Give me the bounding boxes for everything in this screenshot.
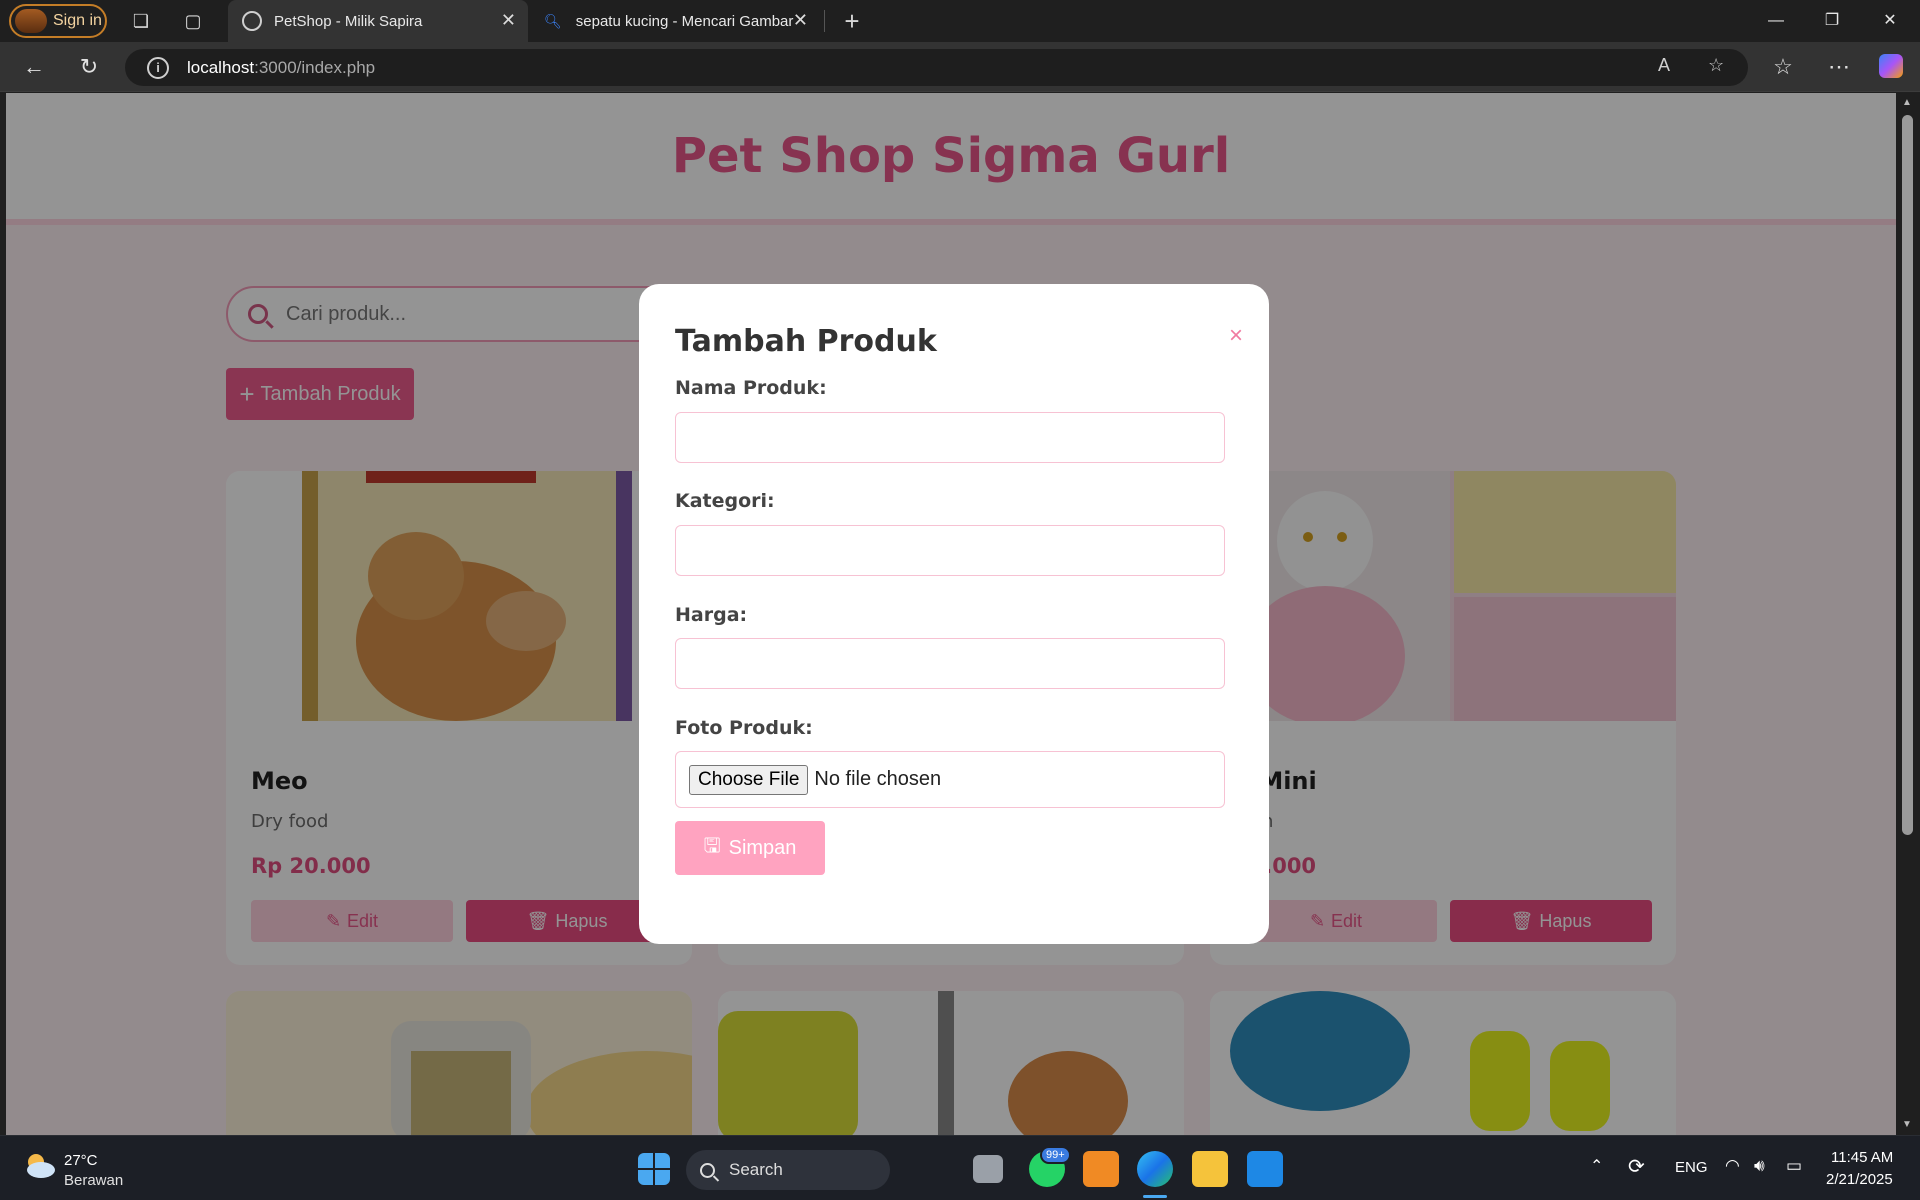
tab-divider	[824, 10, 825, 32]
xampp-icon[interactable]	[1083, 1151, 1119, 1187]
copilot-icon[interactable]	[1879, 54, 1903, 78]
minimize-icon[interactable]: —	[1756, 6, 1796, 36]
clock-date[interactable]: 2/21/2025	[1826, 1171, 1893, 1188]
taskbar-search[interactable]: Search	[686, 1150, 890, 1190]
scroll-up-icon[interactable]: ▲	[1902, 97, 1912, 108]
temperature: 27°C	[64, 1152, 98, 1169]
taskbar-search-label: Search	[729, 1160, 783, 1179]
file-status: No file chosen	[814, 768, 942, 790]
globe-icon	[242, 11, 262, 31]
tab-image-search[interactable]: 🔍︎ sepatu kucing - Mencari Gambar ✕	[530, 0, 820, 42]
tab-title: sepatu kucing - Mencari Gambar	[575, 12, 794, 30]
favorites-icon[interactable]: ☆	[1770, 54, 1796, 80]
save-button[interactable]: 🖫 Simpan	[675, 821, 825, 875]
web-page: Pet Shop Sigma Gurl + Tambah Produk Meo …	[6, 93, 1896, 1135]
product-name-input[interactable]	[675, 412, 1225, 463]
cloudy-weather-icon	[27, 1154, 55, 1178]
clock-time[interactable]: 11:45 AM	[1831, 1149, 1893, 1166]
show-hidden-icons-icon[interactable]: ⌃	[1590, 1156, 1603, 1176]
photo-file-input[interactable]: Choose File No file chosen	[675, 751, 1225, 808]
windows-start-icon[interactable]	[638, 1153, 670, 1185]
close-tab-icon[interactable]: ✕	[793, 10, 808, 31]
choose-file-button[interactable]: Choose File	[689, 764, 809, 795]
save-label: Simpan	[728, 836, 797, 859]
sign-in-label: Sign in	[53, 12, 102, 29]
floppy-disk-icon: 🖫	[703, 835, 721, 857]
read-aloud-icon[interactable]: A	[1658, 55, 1670, 76]
photo-label: Foto Produk:	[675, 717, 813, 739]
notification-badge: 99+	[1040, 1146, 1071, 1164]
close-icon[interactable]: ×	[1229, 322, 1243, 350]
file-explorer-icon[interactable]	[1192, 1151, 1228, 1187]
language-indicator[interactable]: ENG	[1675, 1159, 1708, 1176]
profile-avatar-icon	[15, 9, 47, 33]
modal-title: Tambah Produk	[675, 324, 937, 359]
new-tab-icon[interactable]: +	[840, 8, 864, 34]
task-view-icon[interactable]	[973, 1155, 1003, 1183]
scroll-down-icon[interactable]: ▼	[1902, 1119, 1912, 1130]
more-menu-icon[interactable]: ⋯	[1826, 54, 1852, 80]
restore-icon[interactable]: ❐	[1812, 6, 1852, 36]
address-bar[interactable]: i localhost :3000/index.php A ☆	[125, 49, 1748, 86]
favorite-star-icon[interactable]: ☆	[1708, 55, 1724, 76]
sign-in-button[interactable]: Sign in	[9, 4, 107, 38]
sync-icon[interactable]: ⟳	[1628, 1154, 1645, 1179]
vertical-scrollbar[interactable]: ▲ ▼	[1896, 93, 1920, 1135]
browser-tab-bar: Sign in ❏ ▢ PetShop - Milik Sapira ✕ 🔍︎ …	[0, 0, 1920, 42]
vscode-icon[interactable]	[1247, 1151, 1283, 1187]
active-app-indicator	[1143, 1195, 1167, 1198]
tab-actions-icon[interactable]: ▢	[181, 9, 205, 33]
search-icon: 🔍︎	[544, 12, 562, 29]
volume-icon[interactable]: 🔊︎	[1754, 1156, 1765, 1176]
url-host: localhost	[187, 57, 255, 77]
taskbar: 27°C Berawan Search 99+ ⌃ ⟳ ENG ◠ 🔊︎ ▭ 1…	[0, 1135, 1920, 1200]
tab-petshop[interactable]: PetShop - Milik Sapira ✕	[228, 0, 528, 42]
price-input[interactable]	[675, 638, 1225, 689]
add-product-modal: Tambah Produk × Nama Produk: Kategori: H…	[639, 284, 1269, 944]
address-bar-row: ← ↻ i localhost :3000/index.php A ☆ ☆ ⋯	[0, 42, 1920, 92]
back-icon[interactable]: ←	[21, 54, 47, 80]
workspaces-icon[interactable]: ❏	[129, 9, 153, 33]
site-info-icon[interactable]: i	[147, 56, 169, 79]
price-label: Harga:	[675, 604, 748, 626]
weather-description: Berawan	[64, 1172, 124, 1189]
category-input[interactable]	[675, 525, 1225, 576]
name-label: Nama Produk:	[675, 377, 827, 399]
close-window-icon[interactable]: ✕	[1870, 6, 1910, 36]
wifi-icon[interactable]: ◠	[1725, 1156, 1740, 1176]
scroll-thumb[interactable]	[1902, 115, 1913, 835]
close-tab-icon[interactable]: ✕	[501, 10, 516, 31]
battery-icon[interactable]: ▭	[1786, 1156, 1802, 1176]
refresh-icon[interactable]: ↻	[76, 54, 102, 80]
edge-icon[interactable]	[1137, 1151, 1173, 1187]
tab-title: PetShop - Milik Sapira	[274, 12, 423, 30]
search-icon	[700, 1162, 715, 1178]
url-path: :3000/index.php	[254, 57, 376, 77]
category-label: Kategori:	[675, 490, 775, 512]
